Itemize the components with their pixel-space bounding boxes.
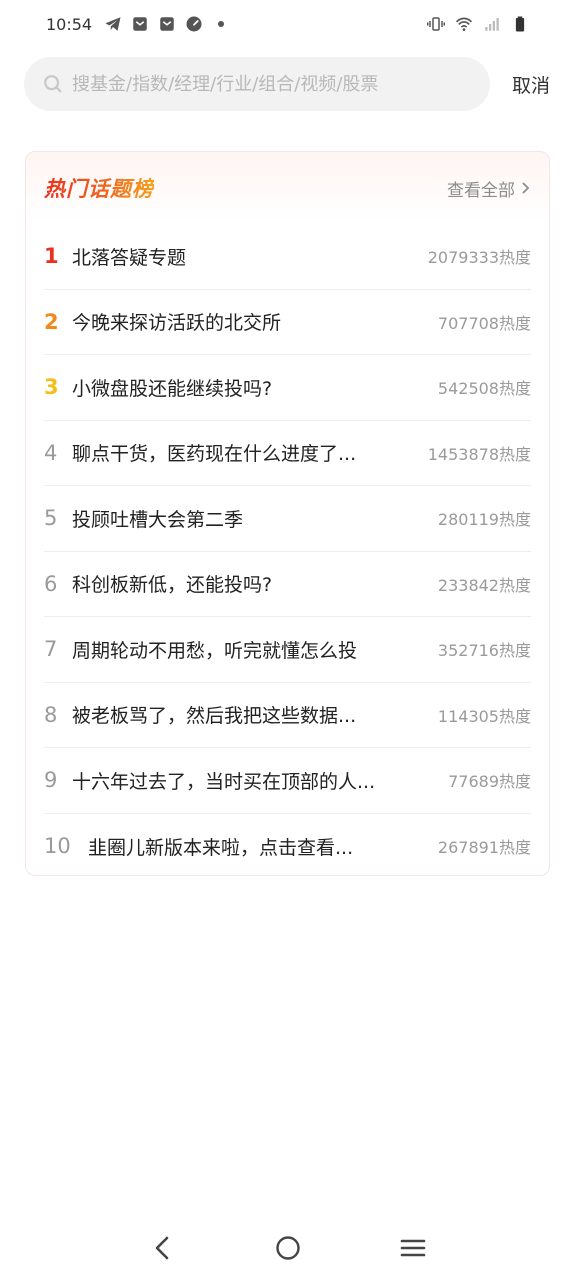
topic-title: 被老板骂了，然后我把这些数据... bbox=[72, 705, 357, 728]
topic-title: 聊点干货，医药现在什么进度了... bbox=[72, 443, 357, 466]
view-all-button[interactable]: 查看全部 bbox=[447, 176, 531, 201]
topic-title: 科创板新低，还能投吗? bbox=[72, 574, 273, 597]
heat-count: 77689热度 bbox=[448, 772, 531, 792]
hot-topic-item[interactable]: 5 投顾吐槽大会第二季 280119热度 bbox=[44, 486, 531, 552]
hot-topics-header: 热门话题榜 查看全部 bbox=[44, 152, 531, 224]
battery-icon bbox=[511, 15, 529, 33]
back-icon bbox=[155, 1236, 168, 1260]
wifi-icon bbox=[455, 15, 473, 33]
topic-title: 十六年过去了，当时买在顶部的人... bbox=[72, 770, 376, 793]
hot-topic-item[interactable]: 2 今晚来探访活跃的北交所 707708热度 bbox=[44, 290, 531, 355]
system-nav-bar bbox=[0, 1216, 575, 1280]
heat-count: 114305热度 bbox=[437, 706, 531, 726]
rank-number: 10 bbox=[44, 834, 71, 859]
rank-number: 4 bbox=[44, 440, 58, 465]
heat-count: 542508热度 bbox=[437, 379, 531, 399]
heat-count: 352716热度 bbox=[437, 641, 531, 661]
hot-topic-item[interactable]: 6 科创板新低，还能投吗? 233842热度 bbox=[44, 552, 531, 617]
heat-count: 2079333热度 bbox=[427, 248, 531, 268]
home-button[interactable] bbox=[268, 1228, 308, 1268]
topic-title: 北落答疑专题 bbox=[72, 246, 187, 269]
mail-icon bbox=[158, 15, 176, 33]
system-icons bbox=[427, 15, 529, 33]
search-page: 10:54 搜基金/指数/经理/行业/组合/视频/股票 取消 热门话题榜 查看全… bbox=[0, 0, 575, 1280]
rank-number: 1 bbox=[44, 244, 59, 269]
topic-title: 周期轮动不用愁，听完就懂怎么投 bbox=[72, 639, 358, 662]
topic-title: 小微盘股还能继续投吗? bbox=[72, 377, 273, 400]
vibrate-icon bbox=[427, 15, 445, 33]
rank-number: 8 bbox=[44, 702, 58, 727]
heat-count: 1453878热度 bbox=[427, 444, 531, 464]
rank-number: 5 bbox=[44, 506, 58, 531]
rank-number: 7 bbox=[44, 637, 58, 662]
status-time: 10:54 bbox=[46, 14, 93, 34]
menu-button[interactable] bbox=[393, 1228, 433, 1268]
hot-topic-item[interactable]: 3 小微盘股还能继续投吗? 542508热度 bbox=[44, 355, 531, 421]
menu-icon bbox=[400, 1239, 425, 1257]
heat-count: 707708热度 bbox=[437, 313, 531, 333]
hot-topic-item[interactable]: 1 北落答疑专题 2079333热度 bbox=[44, 224, 531, 290]
more-notifications-dot bbox=[218, 21, 225, 27]
topic-title: 投顾吐槽大会第二季 bbox=[72, 508, 244, 531]
rank-number: 9 bbox=[44, 768, 58, 793]
heat-count: 267891热度 bbox=[437, 838, 531, 858]
hot-topics-list: 1 北落答疑专题 2079333热度 2 今晚来探访活跃的北交所 707708热… bbox=[44, 224, 531, 879]
telegram-icon bbox=[104, 15, 122, 33]
notification-icons bbox=[104, 15, 225, 33]
status-bar: 10:54 bbox=[0, 0, 575, 48]
rank-number: 2 bbox=[44, 309, 59, 334]
search-icon bbox=[44, 75, 62, 93]
search-bar: 取消 bbox=[24, 56, 556, 112]
heat-count: 233842热度 bbox=[437, 575, 531, 595]
hot-topic-item[interactable]: 10 韭圈儿新版本来啦，点击查看... 267891热度 bbox=[44, 814, 531, 880]
hot-topic-item[interactable]: 7 周期轮动不用愁，听完就懂怎么投 352716热度 bbox=[44, 617, 531, 683]
rank-number: 3 bbox=[44, 375, 59, 400]
cancel-button[interactable]: 取消 bbox=[512, 71, 556, 98]
hot-topic-item[interactable]: 9 十六年过去了，当时买在顶部的人... 77689热度 bbox=[44, 748, 531, 814]
heat-count: 280119热度 bbox=[437, 510, 531, 530]
signal-icon bbox=[483, 15, 501, 33]
back-button[interactable] bbox=[143, 1228, 183, 1268]
search-box[interactable] bbox=[24, 57, 490, 111]
topic-title: 韭圈儿新版本来啦，点击查看... bbox=[88, 836, 354, 859]
search-input[interactable] bbox=[72, 73, 490, 95]
hot-topics-title: 热门话题榜 bbox=[44, 173, 154, 203]
gauge-icon bbox=[185, 15, 203, 33]
hot-topic-item[interactable]: 8 被老板骂了，然后我把这些数据... 114305热度 bbox=[44, 683, 531, 748]
hot-topics-card: 热门话题榜 查看全部 1 北落答疑专题 2079333热度 2 今晚来探访活跃的… bbox=[25, 151, 550, 876]
view-all-label: 查看全部 bbox=[447, 180, 515, 201]
chevron-right-icon bbox=[522, 182, 530, 194]
topic-title: 今晚来探访活跃的北交所 bbox=[72, 312, 282, 335]
mail-icon bbox=[131, 15, 149, 33]
home-icon bbox=[275, 1236, 300, 1260]
hot-topic-item[interactable]: 4 聊点干货，医药现在什么进度了... 1453878热度 bbox=[44, 421, 531, 486]
rank-number: 6 bbox=[44, 571, 58, 596]
